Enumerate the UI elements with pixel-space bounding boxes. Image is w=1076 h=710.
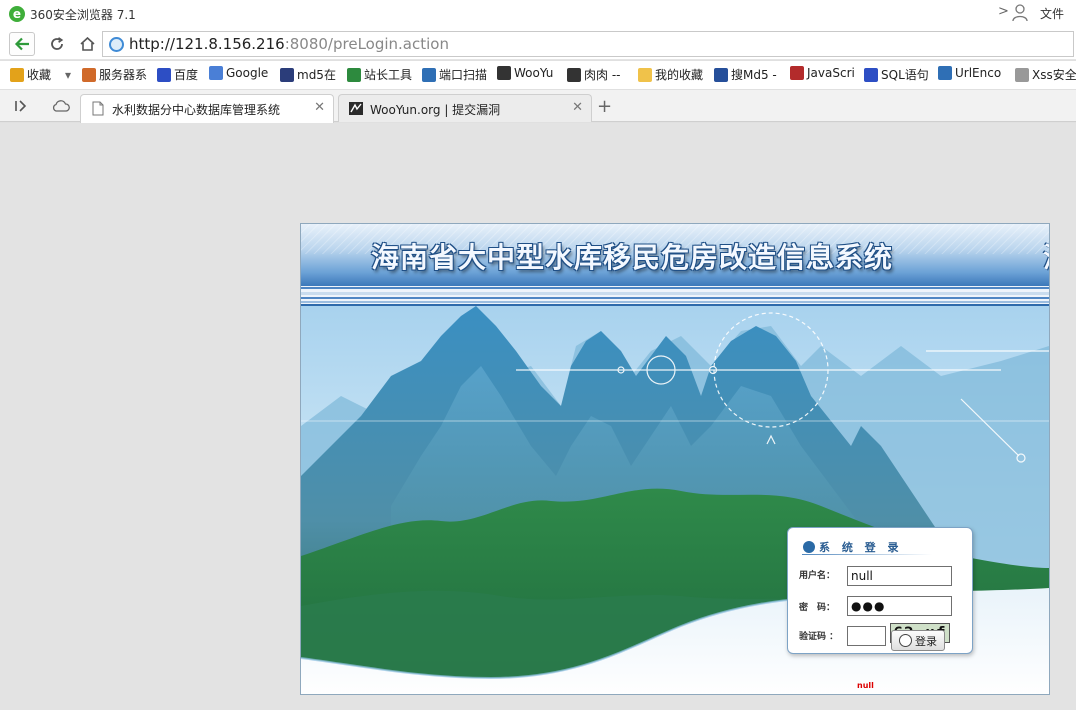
tab-active[interactable]: 水利数据分中心数据库管理系统 ✕ [80,94,334,123]
wooyun-icon [349,102,363,115]
back-arrow-icon [14,37,29,51]
paw-icon [157,67,171,82]
bookmark-item[interactable]: 站长工具 [347,66,412,83]
password-input[interactable]: ●●● [847,596,952,616]
bookmark-item[interactable]: JavaScri [790,66,855,80]
banner-repeat-title: 海 [1043,236,1049,276]
chevron-down-icon[interactable]: ▾ [65,68,71,82]
login-header-icon [803,541,815,553]
home-button[interactable] [74,32,100,56]
bookmark-item[interactable]: 搜Md5 - [714,66,777,83]
bookmark-item[interactable]: 百度 [157,66,198,83]
paw-icon [864,67,878,82]
bookmark-label: 搜Md5 - [731,68,777,82]
bookmark-label: UrlEnco [955,66,1002,80]
tools-icon [82,67,96,82]
google-icon [209,66,223,80]
banner-stripes [301,286,1049,306]
password-label: 密 码： [799,603,836,613]
bookmark-item[interactable]: WooYu [497,66,553,80]
md5-icon [714,67,728,82]
user-icon[interactable] [1012,4,1028,22]
page-icon [92,101,104,116]
close-icon[interactable]: ✕ [572,100,583,115]
username-label: 用户名： [799,571,836,581]
back-button[interactable] [9,32,35,56]
title-bar: e 360安全浏览器 7.1 > 文件 [0,0,1076,28]
bookmark-item[interactable]: md5在 [280,66,336,83]
mountain-landscape-image: 系 统 登 录 用户名： null 密 码： ●●● 验证码 ： 62 uf 登… [301,306,1049,694]
bookmark-item[interactable]: 肉肉 -- [567,66,620,83]
tab-strip: 水利数据分中心数据库管理系统 ✕ WooYun.org | 提交漏洞 ✕ + [0,90,1076,123]
user-icon [899,634,912,647]
webmaster-icon [347,67,361,82]
login-heading: 系 统 登 录 [819,541,903,554]
address-toolbar: http://121.8.156.216:8080/preLogin.actio… [0,28,1076,60]
w3-icon [790,66,804,80]
browser-logo-icon: e [9,6,25,22]
bookmark-label: 端口扫描 [439,68,488,82]
folder-icon [638,67,652,82]
system-title: 海南省大中型水库移民危房改造信息系统 [371,241,894,274]
reload-icon [51,37,64,50]
login-header-underline [802,554,932,555]
wooyun-icon [497,66,511,80]
captcha-input[interactable] [847,626,886,646]
url-host: http://121.8.156.216 [129,35,285,53]
bookmark-label: 收藏 [27,68,52,82]
page-viewport: 海南省大中型水库移民危房改造信息系统 海 [0,123,1076,710]
bookmark-item[interactable]: 端口扫描 [422,66,487,83]
bookmark-item[interactable]: Xss安全 [1015,66,1076,83]
bookmark-label: Xss安全 [1032,68,1076,82]
port-icon [938,66,952,80]
wooyun-icon [567,67,581,82]
tab-label: 水利数据分中心数据库管理系统 [112,103,281,117]
captcha-label: 验证码 ： [799,632,839,642]
bookmark-label: JavaScri [807,66,855,80]
bookmark-item[interactable]: 服务器系 [82,66,147,83]
window-title: 360安全浏览器 7.1 [30,8,136,22]
username-input[interactable]: null [847,566,952,586]
home-icon [79,37,95,51]
login-page-frame: 海南省大中型水库移民危房改造信息系统 海 [300,223,1050,695]
bookmark-label: 服务器系 [99,68,148,82]
star-icon [10,67,24,82]
bookmark-label: md5在 [297,68,336,82]
reload-button[interactable] [44,32,70,56]
banner: 海南省大中型水库移民危房改造信息系统 海 [301,224,1049,286]
bookmark-label: 肉肉 -- [584,68,621,82]
login-message: null [857,681,874,690]
bookmark-label: SQL语句 [881,68,929,82]
bookmark-item[interactable]: SQL语句 [864,66,929,83]
bookmark-label: 百度 [174,68,199,82]
bookmark-label: 站长工具 [364,68,413,82]
new-tab-button[interactable]: + [597,96,612,117]
bookmarks-bar: 收藏 ▾ 服务器系 百度 Google md5在 站长工具 端口扫描 WooYu 肉肉 -- 我的收… [0,61,1076,89]
bookmark-label: Google [226,66,269,80]
page-icon [1015,67,1029,82]
file-menu[interactable]: 文件 [1040,5,1064,22]
url-text[interactable]: http://121.8.156.216:8080/preLogin.actio… [129,35,449,53]
tab-label: WooYun.org | 提交漏洞 [370,103,501,117]
bookmark-item[interactable]: 我的收藏 [638,66,703,83]
port-icon [422,67,436,82]
bookmark-label: 我的收藏 [655,68,704,82]
login-button-label: 登录 [915,634,937,648]
sidebar-toggle-icon[interactable] [14,99,28,113]
chevron-right-icon[interactable]: > [998,4,1009,19]
url-path: :8080/preLogin.action [284,35,449,53]
bookmark-item[interactable]: UrlEnco [938,66,1001,80]
grid-icon [280,67,294,82]
url-bar[interactable]: http://121.8.156.216:8080/preLogin.actio… [102,31,1074,57]
tab-wooyun[interactable]: WooYun.org | 提交漏洞 ✕ [338,94,592,122]
login-button[interactable]: 登录 [891,630,945,651]
bookmark-item[interactable]: 收藏 ▾ [10,66,71,83]
login-panel: 系 统 登 录 用户名： null 密 码： ●●● 验证码 ： 62 uf [787,527,973,654]
close-icon[interactable]: ✕ [314,100,325,115]
site-icon [109,37,124,52]
bookmark-label: WooYu [514,66,554,80]
bookmark-item[interactable]: Google [209,66,268,80]
cloud-icon[interactable] [52,99,70,113]
